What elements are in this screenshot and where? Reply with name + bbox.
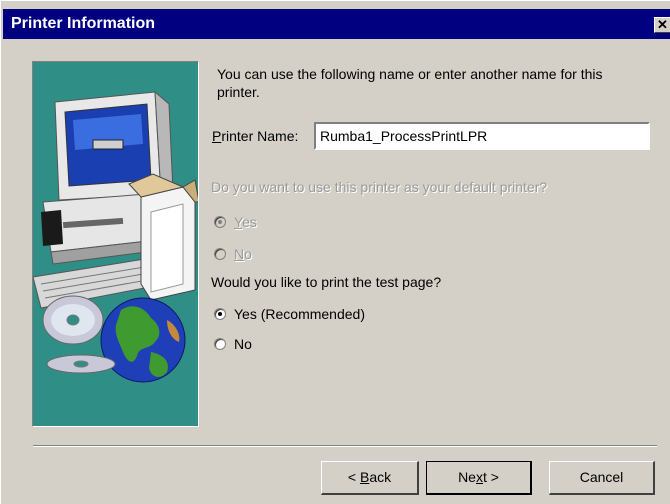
- radio-indicator: [214, 308, 226, 320]
- separator: [33, 445, 657, 447]
- default-yes-radio[interactable]: Yes: [214, 213, 257, 231]
- close-button[interactable]: ✕: [654, 17, 670, 33]
- test-page-no-label: No: [234, 336, 252, 352]
- intro-text: You can use the following name or enter …: [217, 66, 603, 100]
- radio-indicator: [214, 338, 226, 350]
- cancel-button[interactable]: Cancel: [549, 461, 655, 495]
- next-button[interactable]: Next >: [426, 461, 532, 495]
- test-page-question: Would you like to print the test page?: [211, 274, 442, 290]
- test-page-yes-label: Yes (Recommended): [234, 306, 365, 322]
- radio-indicator: [214, 248, 226, 260]
- printer-name-label: Printer Name:: [212, 128, 299, 144]
- default-no-label: No: [234, 246, 252, 262]
- default-printer-question: Do you want to use this printer as your …: [211, 179, 548, 195]
- computer-globe-icon: [32, 90, 200, 383]
- printer-information-dialog: Printer Information ✕ You can use the fo…: [0, 0, 670, 504]
- back-button[interactable]: < Back: [321, 461, 419, 495]
- test-page-no-radio[interactable]: No: [214, 335, 252, 353]
- close-icon: ✕: [657, 17, 668, 32]
- default-yes-label: Yes: [234, 214, 257, 230]
- printer-name-input[interactable]: [314, 122, 650, 150]
- window-title: Printer Information: [11, 15, 156, 32]
- default-no-radio[interactable]: No: [214, 245, 252, 263]
- title-bar[interactable]: Printer Information ✕: [3, 9, 670, 39]
- wizard-illustration: [32, 61, 200, 427]
- test-page-yes-radio[interactable]: Yes (Recommended): [214, 305, 365, 323]
- radio-indicator: [214, 216, 226, 228]
